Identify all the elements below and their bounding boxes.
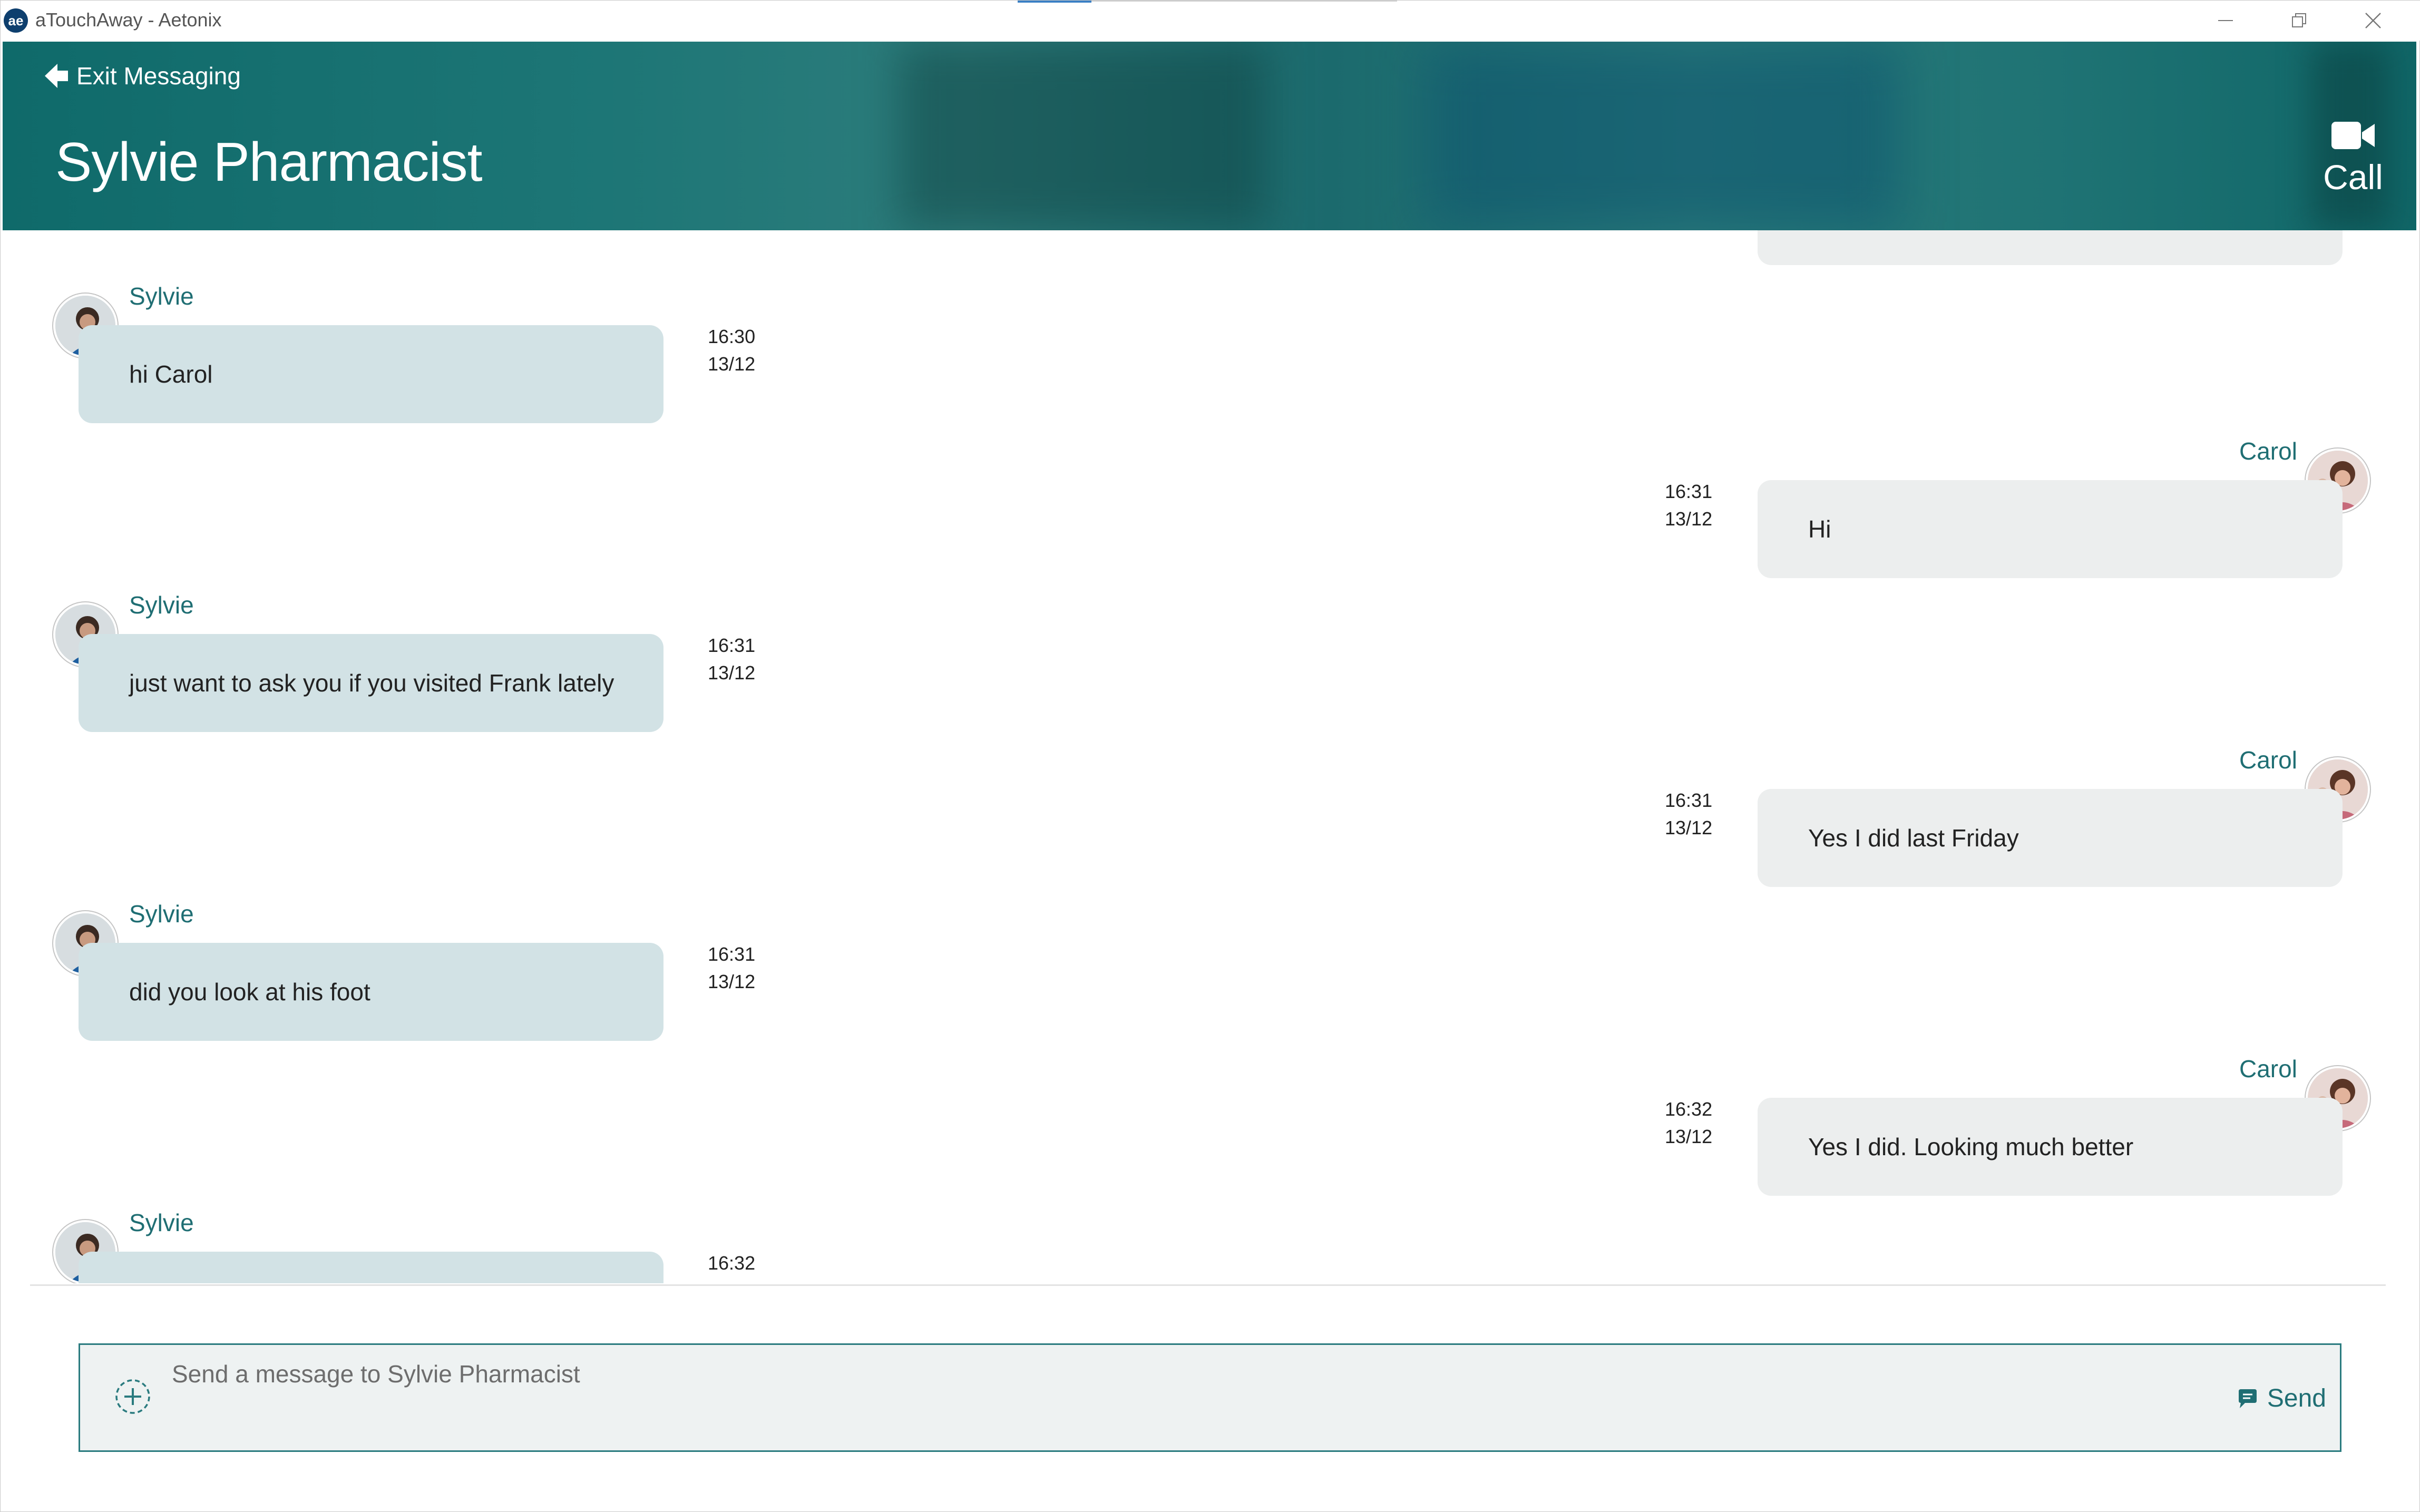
restore-icon: [2292, 13, 2306, 27]
title-bar: ae aTouchAway - Aetonix: [1, 1, 2420, 41]
exit-messaging-button[interactable]: Exit Messaging: [45, 62, 241, 90]
message-list[interactable]: Sylvie hi Carol 16:30 13/12 Carol Hi 16:…: [3, 230, 2416, 1283]
send-button[interactable]: Send: [2237, 1384, 2326, 1413]
chat-bubble-icon: [2238, 1389, 2257, 1408]
message-time: 16:32: [708, 1252, 756, 1274]
sender-name: Sylvie: [129, 1209, 194, 1236]
send-label: Send: [2267, 1384, 2326, 1412]
close-icon: [2365, 13, 2381, 28]
conversation-header: Exit Messaging Sylvie Pharmacist Call: [3, 42, 2416, 230]
restore-button[interactable]: [2262, 1, 2336, 41]
video-camera-icon: [2331, 122, 2375, 149]
app-window: ae aTouchAway - Aetonix Exit Messaging S…: [0, 0, 2420, 1512]
message-input[interactable]: [172, 1355, 2122, 1392]
back-arrow-icon: [45, 64, 68, 88]
tab-indicator: [1018, 1, 1091, 3]
message-item: Sylvie 16:32: [3, 230, 2416, 1283]
add-attachment-button[interactable]: [114, 1378, 152, 1416]
tab-track: [1091, 1, 1397, 2]
exit-messaging-label: Exit Messaging: [76, 62, 241, 90]
minimize-icon: [2218, 20, 2233, 21]
composer-divider: [30, 1284, 2386, 1286]
minimize-button[interactable]: [2189, 1, 2262, 41]
message-bubble: [79, 1252, 663, 1283]
call-label: Call: [2323, 158, 2383, 197]
call-button[interactable]: Call: [2311, 120, 2395, 197]
add-attachment-icon: [115, 1379, 150, 1414]
window-title: aTouchAway - Aetonix: [35, 9, 222, 31]
page-title: Sylvie Pharmacist: [55, 132, 482, 193]
message-composer: Send: [79, 1343, 2341, 1452]
close-button[interactable]: [2336, 1, 2410, 41]
app-logo-icon: ae: [4, 8, 28, 33]
